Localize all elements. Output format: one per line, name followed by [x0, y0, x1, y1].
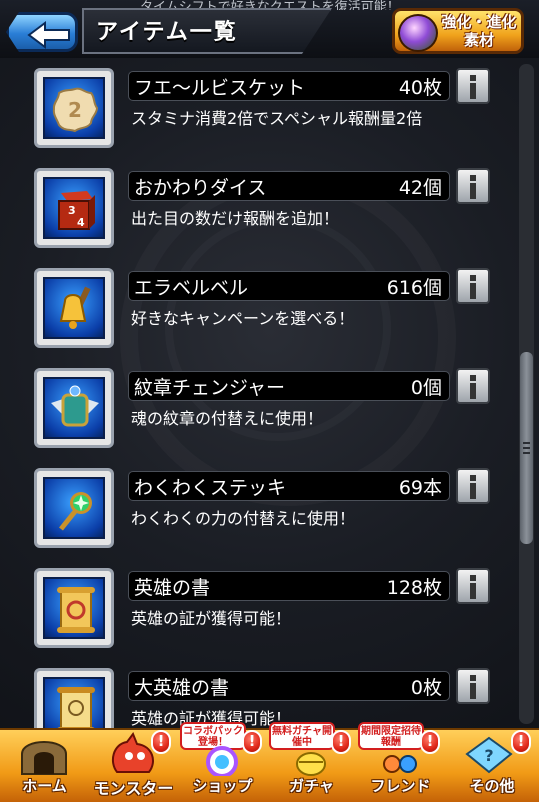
- tab-label: ホーム: [22, 777, 67, 795]
- item-name: 大英雄の書: [134, 677, 230, 699]
- tab-home[interactable]: ホーム: [0, 728, 89, 800]
- item-count: 40枚: [398, 77, 442, 99]
- item-description: 魂の紋章の付替えに使用！: [131, 409, 324, 428]
- other-icon: ?: [465, 736, 513, 774]
- item-name: わくわくステッキ: [134, 477, 287, 499]
- item-count: 0個: [410, 377, 442, 399]
- list-item[interactable]: わくわくステッキ 69本 わくわくの力の付替えに使用！: [0, 468, 520, 569]
- header: タイムシフトで好きなクエストを復活可能！ アイテム一覧 強化・進化素材: [0, 0, 539, 60]
- info-button[interactable]: [456, 168, 490, 204]
- tab-label: ガチャ: [289, 777, 334, 795]
- list-item[interactable]: 英雄の書 128枚 英雄の証が獲得可能！: [0, 568, 520, 669]
- item-description: 好きなキャンペーンを選べる！: [131, 309, 355, 328]
- item-icon-frame: [34, 368, 114, 448]
- svg-text:2: 2: [68, 98, 82, 122]
- item-count: 42個: [398, 177, 442, 199]
- great-scroll-icon: [57, 687, 95, 728]
- info-icon: [470, 75, 476, 99]
- alert-badge: !: [242, 730, 262, 754]
- material-orb-icon: [398, 14, 438, 52]
- list-item[interactable]: 2 フエ～ルビスケット 40枚 スタミナ消費2倍でスペシャル報酬量2倍: [0, 68, 520, 169]
- tab-monster[interactable]: ! モンスター: [89, 728, 178, 800]
- svg-text:?: ?: [484, 746, 493, 765]
- item-description: スタミナ消費2倍でスペシャル報酬量2倍: [131, 109, 423, 128]
- list-item[interactable]: 紋章チェンジャー 0個 魂の紋章の付替えに使用！: [0, 368, 520, 469]
- list-item[interactable]: 3 4 おかわりダイス 42個 出た目の数だけ報酬を追加！: [0, 168, 520, 269]
- item-name: 紋章チェンジャー: [134, 377, 286, 399]
- info-icon: [470, 375, 476, 399]
- alert-badge: !: [420, 730, 440, 754]
- tab-label: ショップ: [192, 777, 253, 795]
- emblem-icon: [51, 385, 99, 427]
- item-icon-frame: [34, 268, 114, 348]
- item-icon-frame: 2: [34, 68, 114, 148]
- wand-icon: [59, 492, 92, 531]
- material-button-label: 強化・進化素材: [441, 13, 517, 49]
- item-count: 128枚: [386, 577, 442, 599]
- dice-icon: 3 4: [58, 191, 95, 230]
- alert-badge: !: [511, 730, 531, 754]
- info-button[interactable]: [456, 568, 490, 604]
- item-icon-frame: [34, 568, 114, 648]
- svg-text:4: 4: [77, 216, 85, 229]
- item-count: 616個: [386, 277, 442, 299]
- tab-label: フレンド: [370, 777, 431, 795]
- item-description: わくわくの力の付替えに使用！: [131, 509, 356, 528]
- info-icon: [470, 275, 476, 299]
- item-name: フエ～ルビスケット: [134, 77, 306, 99]
- item-list[interactable]: 2 フエ～ルビスケット 40枚 スタミナ消費2倍でスペシャル報酬量2倍 3 4: [0, 60, 539, 728]
- item-count: 0枚: [410, 677, 442, 699]
- home-icon: [21, 741, 67, 775]
- item-description: 出た目の数だけ報酬を追加！: [131, 209, 340, 228]
- material-button[interactable]: 強化・進化素材: [392, 8, 524, 54]
- info-icon: [470, 575, 476, 599]
- info-button[interactable]: [456, 468, 490, 504]
- tab-shop[interactable]: コラボパック登場！ ! ショップ: [178, 722, 267, 800]
- biscuit-icon: 2: [52, 87, 99, 133]
- alert-badge: !: [331, 730, 351, 754]
- alert-badge: !: [151, 730, 171, 754]
- page-title: アイテム一覧: [96, 20, 238, 45]
- tab-gacha[interactable]: 無料ガチャ開催中 ! ガチャ: [267, 722, 356, 800]
- info-icon: [470, 475, 476, 499]
- info-button[interactable]: [456, 268, 490, 304]
- info-button[interactable]: [456, 368, 490, 404]
- list-item[interactable]: エラベルベル 616個 好きなキャンペーンを選べる！: [0, 268, 520, 369]
- tab-other[interactable]: ? ! その他: [445, 728, 539, 800]
- item-icon-frame: [34, 668, 114, 728]
- item-icon-frame: 3 4: [34, 168, 114, 248]
- item-name: エラベルベル: [134, 277, 249, 299]
- info-icon: [470, 675, 476, 699]
- item-description: 英雄の証が獲得可能！: [131, 609, 292, 628]
- item-name: おかわりダイス: [134, 177, 267, 199]
- scroll-grip-icon: [523, 442, 530, 454]
- svg-text:3: 3: [68, 204, 76, 217]
- info-button[interactable]: [456, 68, 490, 104]
- bell-icon: [59, 286, 91, 329]
- item-count: 69本: [398, 477, 442, 499]
- scroll-icon: [57, 587, 95, 633]
- tab-label: モンスター: [93, 779, 174, 798]
- info-button[interactable]: [456, 668, 490, 704]
- tab-friend[interactable]: 期間限定招待報酬 ! フレンド: [356, 722, 445, 800]
- item-name: 英雄の書: [134, 577, 211, 599]
- tab-label: その他: [469, 777, 515, 795]
- item-icon-frame: [34, 468, 114, 548]
- back-arrow-icon: [27, 21, 70, 49]
- info-icon: [470, 175, 476, 199]
- list-item[interactable]: 大英雄の書 0枚 英雄の証が獲得可能！: [0, 668, 520, 728]
- back-button[interactable]: [6, 12, 78, 52]
